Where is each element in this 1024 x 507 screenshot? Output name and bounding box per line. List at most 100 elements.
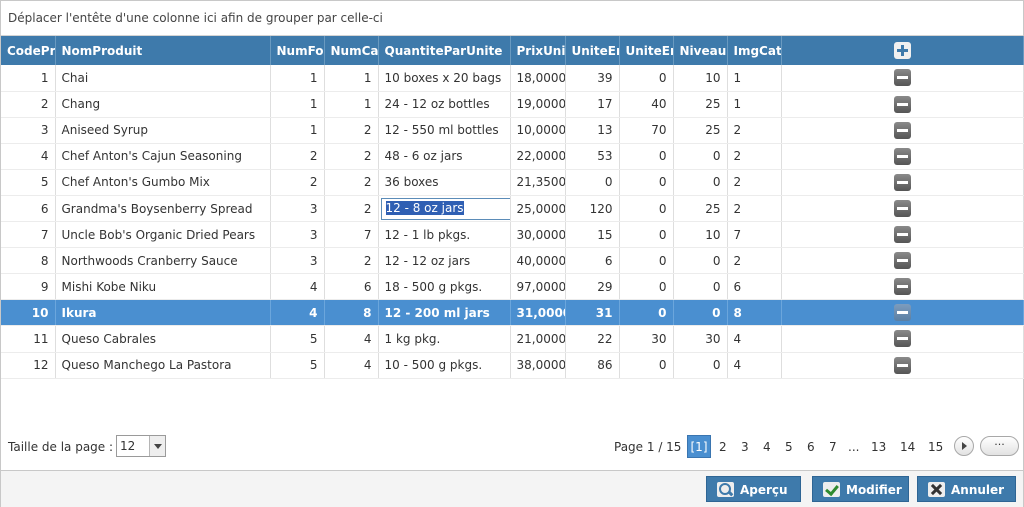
cell-unitesenstock[interactable]: 31 (565, 299, 620, 327)
cell-quantiteparunite[interactable]: 36 boxes (378, 169, 511, 196)
column-header-numfournisseur[interactable]: NumFo (270, 36, 325, 65)
cell-prixunitaire[interactable]: 22,0000 (510, 143, 566, 170)
cell-codeproduit[interactable]: 1 (1, 65, 56, 92)
delete-row-icon[interactable] (893, 252, 911, 270)
cell-niveaureappro[interactable]: 10 (673, 221, 728, 249)
cell-niveaureappro[interactable]: 0 (673, 299, 728, 327)
cell-unitesencommande[interactable]: 0 (619, 65, 674, 92)
table-row[interactable]: 8 Northwoods Cranberry Sauce 3 2 12 - 12 oz … (1, 247, 1024, 275)
table-row[interactable]: 5 Chef Anton's Gumbo Mix 2 2 36 boxes 21,3500… (1, 169, 1024, 196)
delete-row-icon[interactable] (893, 356, 911, 374)
cell-nomproduit[interactable]: Grandma's Boysenberry Spread (55, 195, 271, 223)
cell-imgcategorie[interactable]: 7 (727, 221, 782, 249)
page-link[interactable]: 3 (741, 440, 749, 454)
page-link[interactable]: 7 (829, 440, 837, 454)
cell-numcategorie[interactable]: 7 (324, 221, 379, 249)
modify-button[interactable]: Modifier (812, 476, 909, 502)
cell-unitesenstock[interactable]: 39 (565, 65, 620, 92)
table-row[interactable]: 2 Chang 1 1 24 - 12 oz bottles 19,0000 17 40 25 1 (1, 91, 1024, 118)
cell-numcategorie[interactable]: 2 (324, 195, 379, 223)
cell-imgcategorie[interactable]: 2 (727, 195, 782, 223)
cell-quantiteparunite[interactable]: 12 - 200 ml jars (378, 299, 511, 327)
cell-niveaureappro[interactable]: 0 (673, 273, 728, 301)
quantity-edit-field[interactable]: 12 - 8 oz jars (380, 197, 509, 220)
cell-nomproduit[interactable]: Chang (55, 91, 271, 118)
delete-row-icon[interactable] (893, 330, 911, 348)
cell-codeproduit[interactable]: 9 (1, 273, 56, 301)
cell-niveaureappro[interactable]: 30 (673, 325, 728, 353)
delete-row-icon[interactable] (893, 200, 911, 218)
cell-quantiteparunite[interactable]: 12 - 550 ml bottles (378, 117, 511, 144)
cell-prixunitaire[interactable]: 21,3500 (510, 169, 566, 196)
cell-imgcategorie[interactable]: 8 (727, 299, 782, 327)
cell-imgcategorie[interactable]: 6 (727, 273, 782, 301)
cell-imgcategorie[interactable]: 2 (727, 143, 782, 170)
cell-numcategorie[interactable]: 4 (324, 325, 379, 353)
cell-unitesencommande[interactable]: 0 (619, 299, 674, 327)
cell-imgcategorie[interactable]: 1 (727, 91, 782, 118)
cell-numfournisseur[interactable]: 1 (270, 65, 325, 92)
column-header-unitesenstock[interactable]: UniteEn (565, 36, 620, 65)
cell-codeproduit[interactable]: 4 (1, 143, 56, 170)
cell-nomproduit[interactable]: Queso Cabrales (55, 325, 271, 353)
cell-unitesenstock[interactable]: 17 (565, 91, 620, 118)
cell-niveaureappro[interactable]: 25 (673, 117, 728, 144)
cell-imgcategorie[interactable]: 2 (727, 169, 782, 196)
cell-prixunitaire[interactable]: 19,0000 (510, 91, 566, 118)
cell-unitesenstock[interactable]: 29 (565, 273, 620, 301)
delete-row-icon[interactable] (893, 121, 911, 139)
cell-unitesenstock[interactable]: 53 (565, 143, 620, 170)
cell-prixunitaire[interactable]: 25,0000 (510, 195, 566, 223)
page-size-select[interactable]: 12 (116, 435, 166, 457)
column-header-numcategorie[interactable]: NumCat (324, 36, 379, 65)
page-link[interactable]: 2 (719, 440, 727, 454)
cell-numcategorie[interactable]: 2 (324, 247, 379, 275)
cell-imgcategorie[interactable]: 1 (727, 65, 782, 92)
table-row[interactable]: 7 Uncle Bob's Organic Dried Pears 3 7 12 - 1… (1, 221, 1024, 249)
cell-numfournisseur[interactable]: 1 (270, 91, 325, 118)
page-link[interactable]: 5 (785, 440, 793, 454)
chevron-down-icon[interactable] (149, 436, 165, 456)
cell-prixunitaire[interactable]: 40,0000 (510, 247, 566, 275)
cell-nomproduit[interactable]: Northwoods Cranberry Sauce (55, 247, 271, 275)
table-row[interactable]: 4 Chef Anton's Cajun Seasoning 2 2 48 - 6 oz… (1, 143, 1024, 170)
column-header-quantiteparunite[interactable]: QuantiteParUnite (378, 36, 511, 65)
cell-codeproduit[interactable]: 11 (1, 325, 56, 353)
cell-nomproduit[interactable]: Chef Anton's Gumbo Mix (55, 169, 271, 196)
cell-numcategorie[interactable]: 4 (324, 352, 379, 379)
cell-niveaureappro[interactable]: 0 (673, 169, 728, 196)
cell-unitesenstock[interactable]: 22 (565, 325, 620, 353)
table-row[interactable]: 3 Aniseed Syrup 1 2 12 - 550 ml bottles 10,00… (1, 117, 1024, 144)
cell-codeproduit[interactable]: 10 (1, 299, 56, 327)
cell-unitesencommande[interactable]: 0 (619, 247, 674, 275)
cell-nomproduit[interactable]: Chai (55, 65, 271, 92)
cell-unitesencommande[interactable]: 0 (619, 143, 674, 170)
cell-numfournisseur[interactable]: 1 (270, 117, 325, 144)
cell-nomproduit[interactable]: Chef Anton's Cajun Seasoning (55, 143, 271, 170)
cell-unitesencommande[interactable]: 0 (619, 169, 674, 196)
cell-unitesencommande[interactable]: 0 (619, 221, 674, 249)
cell-numfournisseur[interactable]: 4 (270, 299, 325, 327)
cell-unitesenstock[interactable]: 0 (565, 169, 620, 196)
page-link[interactable]: 6 (807, 440, 815, 454)
cell-prixunitaire[interactable]: 18,0000 (510, 65, 566, 92)
cell-numfournisseur[interactable]: 3 (270, 221, 325, 249)
cell-imgcategorie[interactable]: 4 (727, 352, 782, 379)
delete-row-icon[interactable] (893, 304, 911, 322)
cell-quantiteparunite[interactable]: 18 - 500 g pkgs. (378, 273, 511, 301)
cell-numfournisseur[interactable]: 3 (270, 195, 325, 223)
cell-imgcategorie[interactable]: 2 (727, 247, 782, 275)
page-link[interactable]: 13 (871, 440, 886, 454)
cancel-button[interactable]: Annuler (917, 476, 1016, 502)
cell-codeproduit[interactable]: 8 (1, 247, 56, 275)
page-link[interactable]: 15 (928, 440, 943, 454)
cell-nomproduit[interactable]: Aniseed Syrup (55, 117, 271, 144)
column-header-niveaureappro[interactable]: NiveauR (673, 36, 728, 65)
cell-quantiteparunite[interactable]: 48 - 6 oz jars (378, 143, 511, 170)
cell-numfournisseur[interactable]: 5 (270, 352, 325, 379)
table-row[interactable]: 11 Queso Cabrales 5 4 1 kg pkg. 21,0000 22 30 30… (1, 325, 1024, 353)
cell-codeproduit[interactable]: 2 (1, 91, 56, 118)
cell-quantiteparunite[interactable]: 12 - 12 oz jars (378, 247, 511, 275)
page-ellipsis[interactable]: ... (848, 440, 859, 454)
cell-prixunitaire[interactable]: 38,0000 (510, 352, 566, 379)
